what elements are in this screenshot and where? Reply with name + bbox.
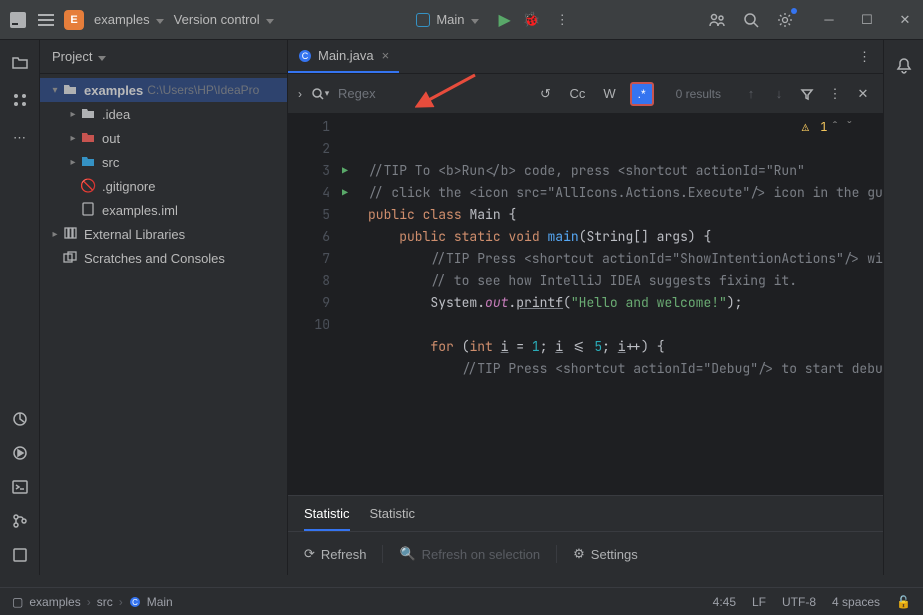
regex-button[interactable]: .* bbox=[630, 82, 654, 106]
history-icon[interactable]: ↺ bbox=[535, 84, 555, 104]
close-tab-icon[interactable]: × bbox=[382, 48, 390, 63]
svg-text:C: C bbox=[132, 598, 138, 607]
project-name: examples bbox=[94, 12, 150, 27]
main-menu-icon[interactable] bbox=[38, 14, 54, 26]
run-config-icon bbox=[416, 13, 430, 27]
editor-tab-main[interactable]: C Main.java × bbox=[288, 40, 399, 73]
titlebar: E examples Version control Main ▶ 🐞 ⋮ ─ … bbox=[0, 0, 923, 40]
ignore-file-icon: 🚫 bbox=[80, 178, 96, 194]
expand-find-icon[interactable]: › bbox=[298, 87, 302, 101]
class-icon: C bbox=[129, 596, 141, 608]
indent[interactable]: 4 spaces bbox=[832, 595, 880, 609]
breadcrumb[interactable]: ▢ examples › src › C Main bbox=[12, 595, 173, 609]
tree-idea[interactable]: .idea bbox=[40, 102, 287, 126]
notifications-icon[interactable] bbox=[894, 56, 914, 76]
tree-iml[interactable]: examples.iml bbox=[40, 198, 287, 222]
tree-gitignore[interactable]: 🚫 .gitignore bbox=[40, 174, 287, 198]
terminal-tool-icon[interactable] bbox=[10, 477, 30, 497]
bottom-panel: Statistic Statistic ⟳Refresh 🔍Refresh on… bbox=[288, 495, 883, 575]
structure-tool-icon[interactable] bbox=[10, 90, 30, 110]
scratches-icon bbox=[62, 251, 78, 266]
chevron-down-icon bbox=[156, 12, 164, 27]
filter-icon[interactable] bbox=[797, 84, 817, 104]
search-icon[interactable] bbox=[741, 10, 761, 30]
close-find-icon[interactable]: ✕ bbox=[853, 84, 873, 104]
match-case-button[interactable]: Cc bbox=[565, 84, 589, 103]
next-match-icon[interactable]: ↓ bbox=[769, 84, 789, 104]
debug-button[interactable]: 🐞 bbox=[523, 11, 540, 28]
chevron-down-icon bbox=[471, 12, 479, 27]
tree-scratches[interactable]: Scratches and Consoles bbox=[40, 246, 287, 270]
run-config-label: Main bbox=[436, 12, 464, 27]
project-panel: Project examples C:\Users\HP\IdeaPro .id… bbox=[40, 40, 288, 575]
find-bar: › ▾ ↺ Cc W .* 0 results ↑ ↓ ⋮ ✕ bbox=[288, 74, 883, 114]
right-tool-rail bbox=[883, 40, 923, 575]
library-icon bbox=[62, 226, 78, 243]
refresh-button[interactable]: ⟳Refresh bbox=[304, 546, 366, 562]
more-tools-icon[interactable]: ⋯ bbox=[10, 128, 30, 148]
build-tool-icon[interactable] bbox=[10, 545, 30, 565]
services-tool-icon[interactable] bbox=[10, 443, 30, 463]
search-icon: 🔍 bbox=[399, 546, 415, 562]
maximize-button[interactable]: ☐ bbox=[857, 10, 877, 30]
java-class-icon: C bbox=[298, 49, 312, 63]
statistic-tool-icon[interactable] bbox=[10, 409, 30, 429]
run-button[interactable]: ▶ bbox=[499, 10, 511, 30]
inspection-badge[interactable]: ⚠ 1 ˆ ˇ bbox=[802, 116, 853, 138]
chevron-down-icon bbox=[266, 12, 274, 27]
app-logo-icon[interactable] bbox=[8, 10, 28, 30]
find-results-label: 0 results bbox=[676, 87, 721, 101]
gutter: 1 2 3 4 5 6 7 8 9 10 bbox=[288, 114, 338, 495]
project-tool-icon[interactable] bbox=[10, 52, 30, 72]
search-icon[interactable]: ▾ bbox=[310, 84, 330, 104]
tab-statistic-1[interactable]: Statistic bbox=[304, 496, 350, 531]
svg-text:C: C bbox=[302, 51, 309, 61]
tab-label: Main.java bbox=[318, 48, 374, 63]
code-editor[interactable]: 1 2 3 4 5 6 7 8 9 10 ⚠ 1 ˆ ˇ //TIP To <b… bbox=[288, 114, 883, 495]
refresh-icon: ⟳ bbox=[304, 546, 315, 562]
tree-out[interactable]: out bbox=[40, 126, 287, 150]
module-icon: ▢ bbox=[12, 595, 23, 609]
project-panel-title[interactable]: Project bbox=[52, 49, 106, 64]
vcs-label: Version control bbox=[174, 12, 260, 27]
vcs-selector[interactable]: Version control bbox=[174, 12, 274, 27]
caret-position[interactable]: 4:45 bbox=[713, 595, 736, 609]
editor-area: C Main.java × ⋮ › ▾ ↺ Cc W .* 0 results … bbox=[288, 40, 883, 575]
readonly-lock-icon[interactable]: 🔓 bbox=[896, 595, 911, 609]
project-tree: examples C:\Users\HP\IdeaPro .idea out s… bbox=[40, 74, 287, 274]
tree-root[interactable]: examples C:\Users\HP\IdeaPro bbox=[40, 78, 287, 102]
tree-src[interactable]: src bbox=[40, 150, 287, 174]
project-selector[interactable]: examples bbox=[94, 12, 164, 27]
settings-icon[interactable] bbox=[775, 10, 795, 30]
run-config-selector[interactable]: Main bbox=[408, 8, 486, 31]
settings-button[interactable]: ⚙Settings bbox=[573, 546, 638, 562]
tree-ext-libs[interactable]: External Libraries bbox=[40, 222, 287, 246]
prev-match-icon[interactable]: ↑ bbox=[741, 84, 761, 104]
module-file-icon bbox=[80, 202, 96, 219]
project-badge: E bbox=[64, 10, 84, 30]
editor-tabs: C Main.java × ⋮ bbox=[288, 40, 883, 74]
tab-statistic-2[interactable]: Statistic bbox=[370, 496, 416, 531]
minimize-button[interactable]: ─ bbox=[819, 10, 839, 30]
find-input[interactable] bbox=[338, 86, 514, 101]
gear-icon: ⚙ bbox=[573, 546, 585, 562]
vcs-tool-icon[interactable] bbox=[10, 511, 30, 531]
line-ending[interactable]: LF bbox=[752, 595, 766, 609]
refresh-selection-button[interactable]: 🔍Refresh on selection bbox=[399, 546, 540, 562]
chevron-down-icon bbox=[98, 49, 106, 64]
encoding[interactable]: UTF-8 bbox=[782, 595, 816, 609]
status-bar: ▢ examples › src › C Main 4:45 LF UTF-8 … bbox=[0, 587, 923, 615]
tab-more-icon[interactable]: ⋮ bbox=[858, 49, 871, 65]
close-button[interactable]: ✕ bbox=[895, 10, 915, 30]
find-more-icon[interactable]: ⋮ bbox=[825, 84, 845, 104]
code-with-me-icon[interactable] bbox=[707, 10, 727, 30]
more-run-actions-icon[interactable]: ⋮ bbox=[552, 10, 572, 30]
whole-word-button[interactable]: W bbox=[599, 84, 619, 103]
